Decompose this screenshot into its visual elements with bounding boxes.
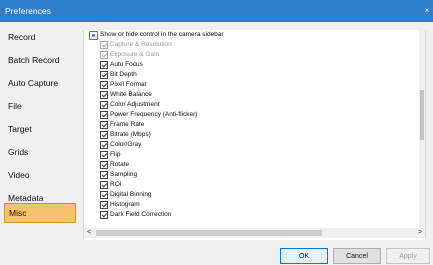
panel-header-label: Show or hide control in the camera sideb… [100, 31, 224, 38]
sidebar-item-target[interactable]: Target [4, 120, 76, 138]
checkbox[interactable] [100, 121, 108, 129]
sidebar-item-label: File [8, 101, 22, 111]
vertical-scroll-thumb[interactable] [420, 90, 424, 140]
apply-button[interactable]: Apply [386, 248, 430, 264]
option-label: White Balance [110, 91, 152, 98]
sidebar-item-label: Grids [8, 147, 29, 157]
checkbox [100, 41, 108, 49]
option-label: Color/Gray [110, 141, 142, 148]
option-label: Color Adjustment [110, 101, 160, 108]
sidebar-item-auto-capture[interactable]: Auto Capture [4, 74, 76, 92]
checkbox[interactable] [100, 71, 108, 79]
checkbox[interactable] [100, 151, 108, 159]
checkbox[interactable] [100, 211, 108, 219]
checkbox[interactable] [100, 91, 108, 99]
cancel-button[interactable]: Cancel [333, 248, 381, 264]
option-label: Bitrate (Mbps) [110, 131, 151, 138]
sidebar-item-label: Misc [9, 208, 27, 218]
sidebar-item-misc[interactable]: Misc [4, 203, 76, 223]
option-label: Exposure & Gain [110, 51, 160, 58]
sidebar-item-label: Video [8, 170, 30, 180]
sidebar-item-label: Target [8, 124, 32, 134]
options-panel: Show or hide control in the camera sideb… [83, 30, 426, 240]
checkbox[interactable] [100, 171, 108, 179]
checkbox[interactable] [100, 191, 108, 199]
title-bar: Preferences × [0, 0, 433, 22]
option-label: Auto Focus [110, 61, 143, 68]
sidebar-item-video[interactable]: Video [4, 166, 76, 184]
option-label: Bit Depth [110, 71, 137, 78]
horizontal-scroll-thumb[interactable] [96, 230, 322, 236]
horizontal-scrollbar[interactable]: < > [84, 228, 425, 238]
sidebar: Record Batch Record Auto Capture File Ta… [0, 22, 81, 242]
checkbox [100, 51, 108, 59]
checkbox[interactable] [100, 111, 108, 119]
sidebar-item-file[interactable]: File [4, 97, 76, 115]
scroll-right-icon[interactable]: > [415, 228, 425, 238]
option-label: Dark Field Correction [110, 211, 172, 218]
option-label: Histogram [110, 201, 140, 208]
vertical-scrollbar[interactable] [419, 30, 425, 227]
option-label: Power Frequency (Anti-flicker) [110, 111, 198, 118]
radio-icon[interactable] [89, 31, 98, 40]
options-list: Show or hide control in the camera sideb… [84, 30, 419, 227]
sidebar-item-label: Batch Record [8, 55, 60, 65]
sidebar-item-label: Auto Capture [8, 78, 59, 88]
checkbox[interactable] [100, 61, 108, 69]
checkbox[interactable] [100, 131, 108, 139]
close-icon[interactable]: × [423, 0, 431, 22]
sidebar-item-grids[interactable]: Grids [4, 143, 76, 161]
sidebar-item-batch-record[interactable]: Batch Record [4, 51, 76, 69]
sidebar-item-record[interactable]: Record [4, 28, 76, 46]
checkbox[interactable] [100, 81, 108, 89]
option-label: Pixel Format [110, 81, 147, 88]
window-title: Preferences [5, 6, 51, 16]
ok-button[interactable]: OK [280, 248, 328, 264]
option-label: Digital Binning [110, 191, 152, 198]
option-label: ROI [110, 181, 122, 188]
checkbox[interactable] [100, 101, 108, 109]
checkbox[interactable] [100, 141, 108, 149]
scroll-left-icon[interactable]: < [84, 228, 94, 238]
sidebar-item-label: Record [8, 32, 36, 42]
option-label: Flip [110, 151, 121, 158]
checkbox[interactable] [100, 161, 108, 169]
option-label: Capture & Resolution [110, 41, 172, 48]
checkbox[interactable] [100, 181, 108, 189]
option-label: Frame Rate [110, 121, 145, 128]
checkbox[interactable] [100, 201, 108, 209]
option-label: Rotate [110, 161, 130, 168]
option-label: Sampling [110, 171, 138, 178]
